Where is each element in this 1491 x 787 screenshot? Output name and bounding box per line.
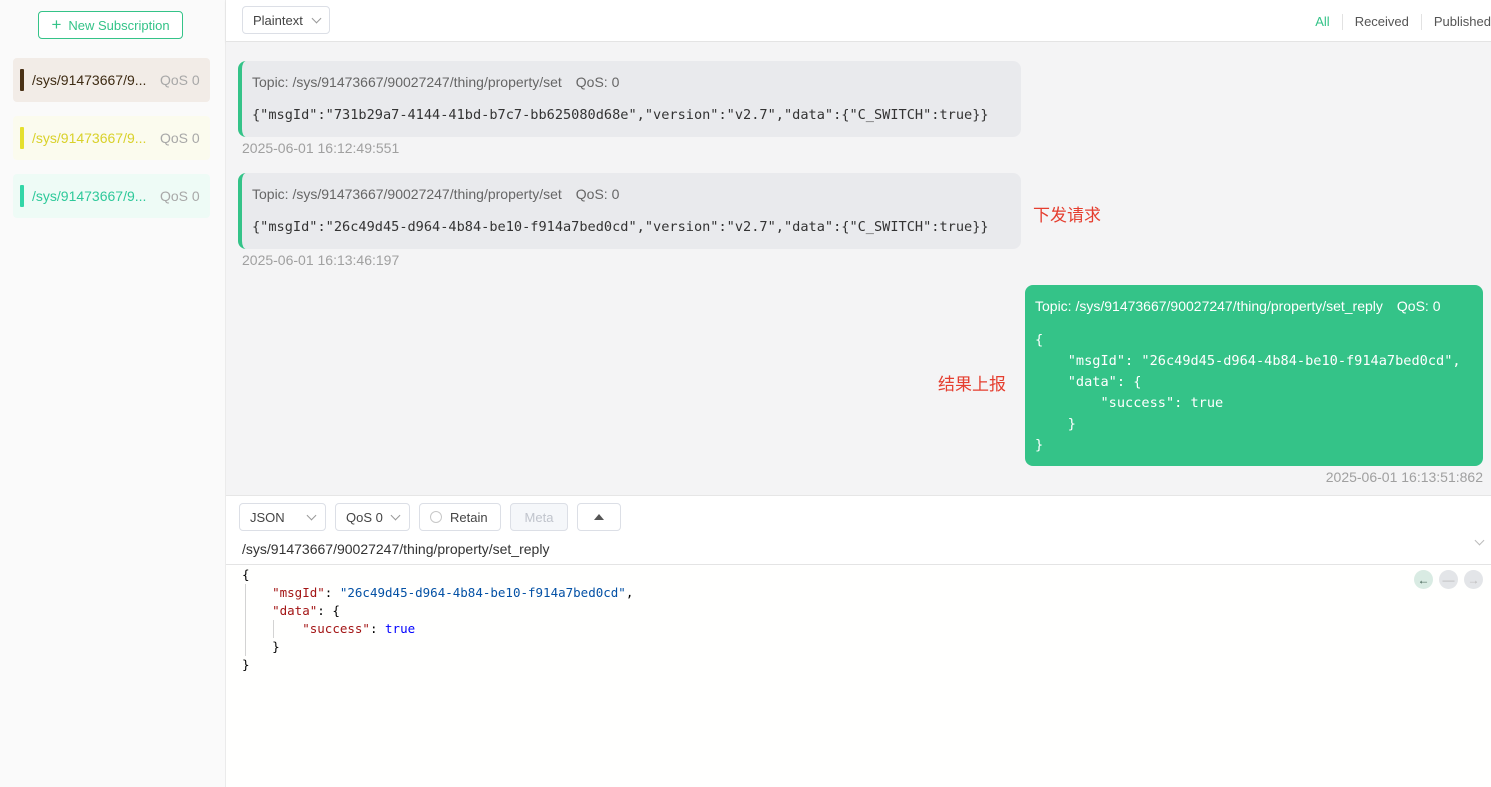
json-bool: true [385,621,416,636]
message-meta: Topic: /sys/91473667/90027247/thing/prop… [1035,298,1441,314]
subscription-color-bar [20,127,24,149]
publish-topic-value: /sys/91473667/90027247/thing/property/se… [242,540,550,557]
json-string: "26c49d45-d964-4b84-be10-f914a7bed0cd" [339,585,626,600]
payload-format-value: Plaintext [253,12,303,28]
published-message[interactable]: Topic: /sys/91473667/90027247/thing/prop… [1025,285,1483,466]
publish-qos-value: QoS 0 [346,509,383,525]
radio-icon [430,511,442,523]
publish-topic-input[interactable]: /sys/91473667/90027247/thing/property/se… [226,533,1491,565]
received-message[interactable]: Topic: /sys/91473667/90027247/thing/prop… [238,61,1021,137]
publish-panel: JSON QoS 0 Retain Meta /sys/91473667/900… [226,495,1491,787]
message-qos: QoS: 0 [575,74,620,90]
annotation-request: 下发请求 [1033,206,1101,225]
subscription-topic: /sys/91473667/9... [32,72,147,88]
message-qos: QoS: 0 [575,186,620,202]
subscription-item[interactable]: /sys/91473667/9... QoS 0 [13,116,210,160]
tab-published[interactable]: Published [1420,14,1491,30]
history-controls: ← — → [1414,570,1483,589]
chevron-down-icon [306,510,317,520]
message-list: Topic: /sys/91473667/90027247/thing/prop… [226,42,1491,495]
subscription-qos: QoS 0 [160,72,200,88]
message-topic: Topic: /sys/91473667/90027247/thing/prop… [252,74,562,90]
message-topic: Topic: /sys/91473667/90027247/thing/prop… [1035,298,1383,314]
message-payload: {"msgId":"731b29a7-4144-41bd-b7c7-bb6250… [252,107,989,123]
caret-up-icon [594,514,604,520]
message-time: 2025-06-01 16:13:46:197 [242,252,400,268]
payload-editor[interactable]: { "msgId": "26c49d45-d964-4b84-be10-f914… [226,566,1491,787]
arrow-left-icon[interactable]: ← [1414,570,1433,589]
chevron-down-icon[interactable] [1474,535,1485,546]
publish-format-value: JSON [250,509,285,525]
retain-checkbox[interactable]: Retain [419,503,501,531]
tab-received[interactable]: Received [1341,14,1421,30]
subscription-qos: QoS 0 [160,130,200,146]
json-key: "success" [302,621,370,636]
retain-label: Retain [450,509,488,525]
plus-icon: + [51,14,62,34]
subscription-item[interactable]: /sys/91473667/9... QoS 0 [13,58,210,102]
message-meta: Topic: /sys/91473667/90027247/thing/prop… [252,186,619,202]
message-toolbar: Plaintext All Received Published [226,0,1491,42]
subscription-qos: QoS 0 [160,188,200,204]
message-time: 2025-06-01 16:12:49:551 [242,140,400,156]
chevron-down-icon [311,13,322,23]
payload-format-select[interactable]: Plaintext [242,6,330,34]
subscription-color-bar [20,69,24,91]
annotation-report: 结果上报 [938,375,1006,394]
mqtt-client-window: + New Subscription /sys/91473667/9... Qo… [0,0,1491,787]
meta-button[interactable]: Meta [510,503,568,531]
new-subscription-button[interactable]: + New Subscription [38,11,183,39]
json-key: "msgId" [272,585,325,600]
message-topic: Topic: /sys/91473667/90027247/thing/prop… [252,186,562,202]
editor-code: { "msgId": "26c49d45-d964-4b84-be10-f914… [242,567,634,672]
subscription-topic: /sys/91473667/9... [32,188,147,204]
message-payload: {"msgId":"26c49d45-d964-4b84-be10-f914a7… [252,219,989,235]
publish-toolbar: JSON QoS 0 Retain Meta [239,503,621,531]
subscription-color-bar [20,185,24,207]
minus-icon[interactable]: — [1439,570,1458,589]
meta-label: Meta [524,509,554,525]
publish-qos-select[interactable]: QoS 0 [335,503,410,531]
received-message[interactable]: Topic: /sys/91473667/90027247/thing/prop… [238,173,1021,249]
message-qos: QoS: 0 [1396,298,1441,314]
expand-button[interactable] [577,503,621,531]
subscriptions-sidebar: + New Subscription /sys/91473667/9... Qo… [0,0,226,787]
publish-format-select[interactable]: JSON [239,503,326,531]
message-meta: Topic: /sys/91473667/90027247/thing/prop… [252,74,619,90]
chevron-down-icon [390,510,401,520]
message-filter-tabs: All Received Published [1303,14,1491,30]
json-key: "data" [272,603,318,618]
subscription-item[interactable]: /sys/91473667/9... QoS 0 [13,174,210,218]
subscription-topic: /sys/91473667/9... [32,130,147,146]
arrow-right-icon[interactable]: → [1464,570,1483,589]
new-subscription-label: New Subscription [68,17,170,33]
message-time: 2025-06-01 16:13:51:862 [1325,469,1483,485]
tab-all[interactable]: All [1303,14,1341,30]
message-payload: { "msgId": "26c49d45-d964-4b84-be10-f914… [1035,332,1461,453]
